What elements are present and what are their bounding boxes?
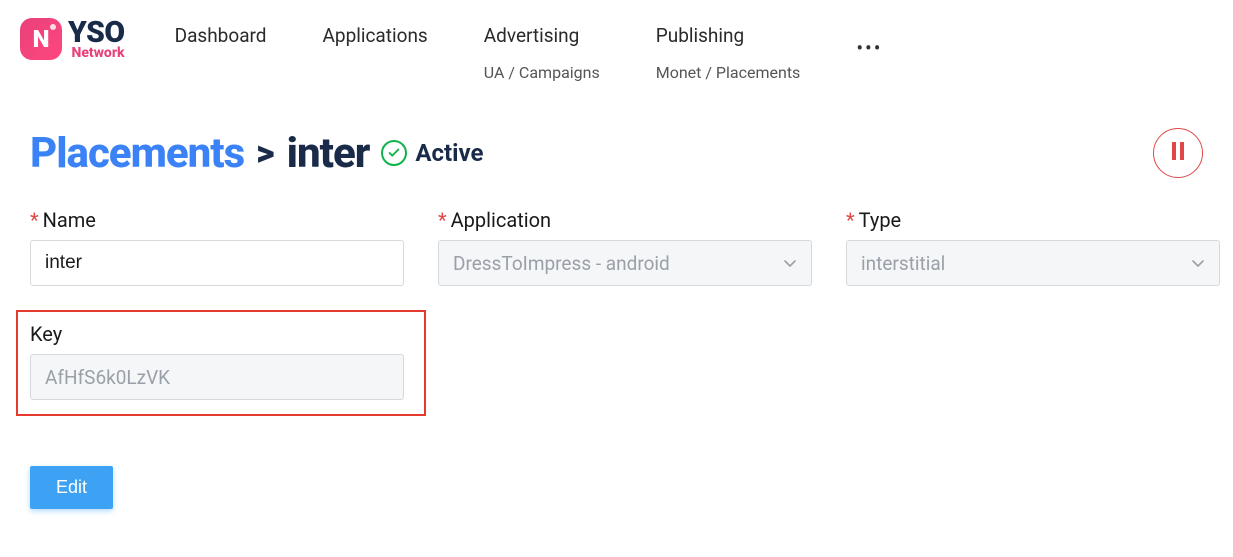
status-badge: Active	[381, 139, 483, 167]
logo-text: YSO Network	[68, 18, 125, 60]
key-highlight-box: Key AfHfS6k0LzVK	[16, 310, 426, 416]
key-label: Key	[30, 322, 412, 346]
type-label: *Type	[846, 208, 1220, 232]
logo-sub: Network	[68, 46, 125, 60]
chevron-right-icon: >	[256, 132, 274, 174]
application-field-wrap: *Application DressToImpress - android	[438, 208, 812, 286]
application-label-text: Application	[451, 208, 551, 232]
pause-icon	[1171, 142, 1185, 164]
breadcrumb-root[interactable]: Placements	[30, 129, 244, 178]
name-label-text: Name	[43, 208, 96, 232]
nav-publishing[interactable]: Publishing	[656, 24, 801, 47]
name-field-wrap: *Name	[30, 208, 404, 286]
breadcrumb: Placements > inter Active	[30, 129, 483, 178]
logo-badge-icon: N	[20, 18, 62, 60]
application-label: *Application	[438, 208, 812, 232]
type-field-wrap: *Type interstitial	[846, 208, 1220, 286]
logo[interactable]: N YSO Network	[20, 12, 125, 60]
check-circle-icon	[381, 140, 407, 166]
nav-dashboard[interactable]: Dashboard	[175, 24, 267, 47]
status-label: Active	[415, 139, 483, 167]
type-value: interstitial	[861, 252, 945, 275]
application-select: DressToImpress - android	[438, 240, 812, 286]
key-value: AfHfS6k0LzVK	[45, 366, 170, 389]
type-label-text: Type	[859, 208, 902, 232]
pause-button[interactable]	[1153, 128, 1203, 178]
chevron-down-icon	[783, 252, 797, 275]
top-header: N YSO Network Dashboard Applications Adv…	[0, 0, 1233, 82]
key-input: AfHfS6k0LzVK	[30, 354, 404, 400]
nav-advertising-sub[interactable]: UA / Campaigns	[484, 63, 600, 82]
page-title: inter	[287, 129, 370, 178]
edit-button[interactable]: Edit	[30, 466, 113, 509]
page-header: Placements > inter Active	[0, 82, 1233, 188]
application-value: DressToImpress - android	[453, 252, 670, 275]
nav-advertising[interactable]: Advertising	[484, 24, 600, 47]
main-nav: Dashboard Applications Advertising UA / …	[175, 12, 883, 82]
placement-form: *Name *Application DressToImpress - andr…	[0, 188, 1233, 286]
nav-applications[interactable]: Applications	[323, 24, 428, 47]
logo-brand: YSO	[68, 18, 125, 48]
nav-publishing-sub[interactable]: Monet / Placements	[656, 63, 801, 82]
name-label: *Name	[30, 208, 404, 232]
more-icon[interactable]: •••	[856, 24, 882, 82]
name-input[interactable]	[30, 240, 404, 286]
chevron-down-icon	[1191, 252, 1205, 275]
type-select: interstitial	[846, 240, 1220, 286]
